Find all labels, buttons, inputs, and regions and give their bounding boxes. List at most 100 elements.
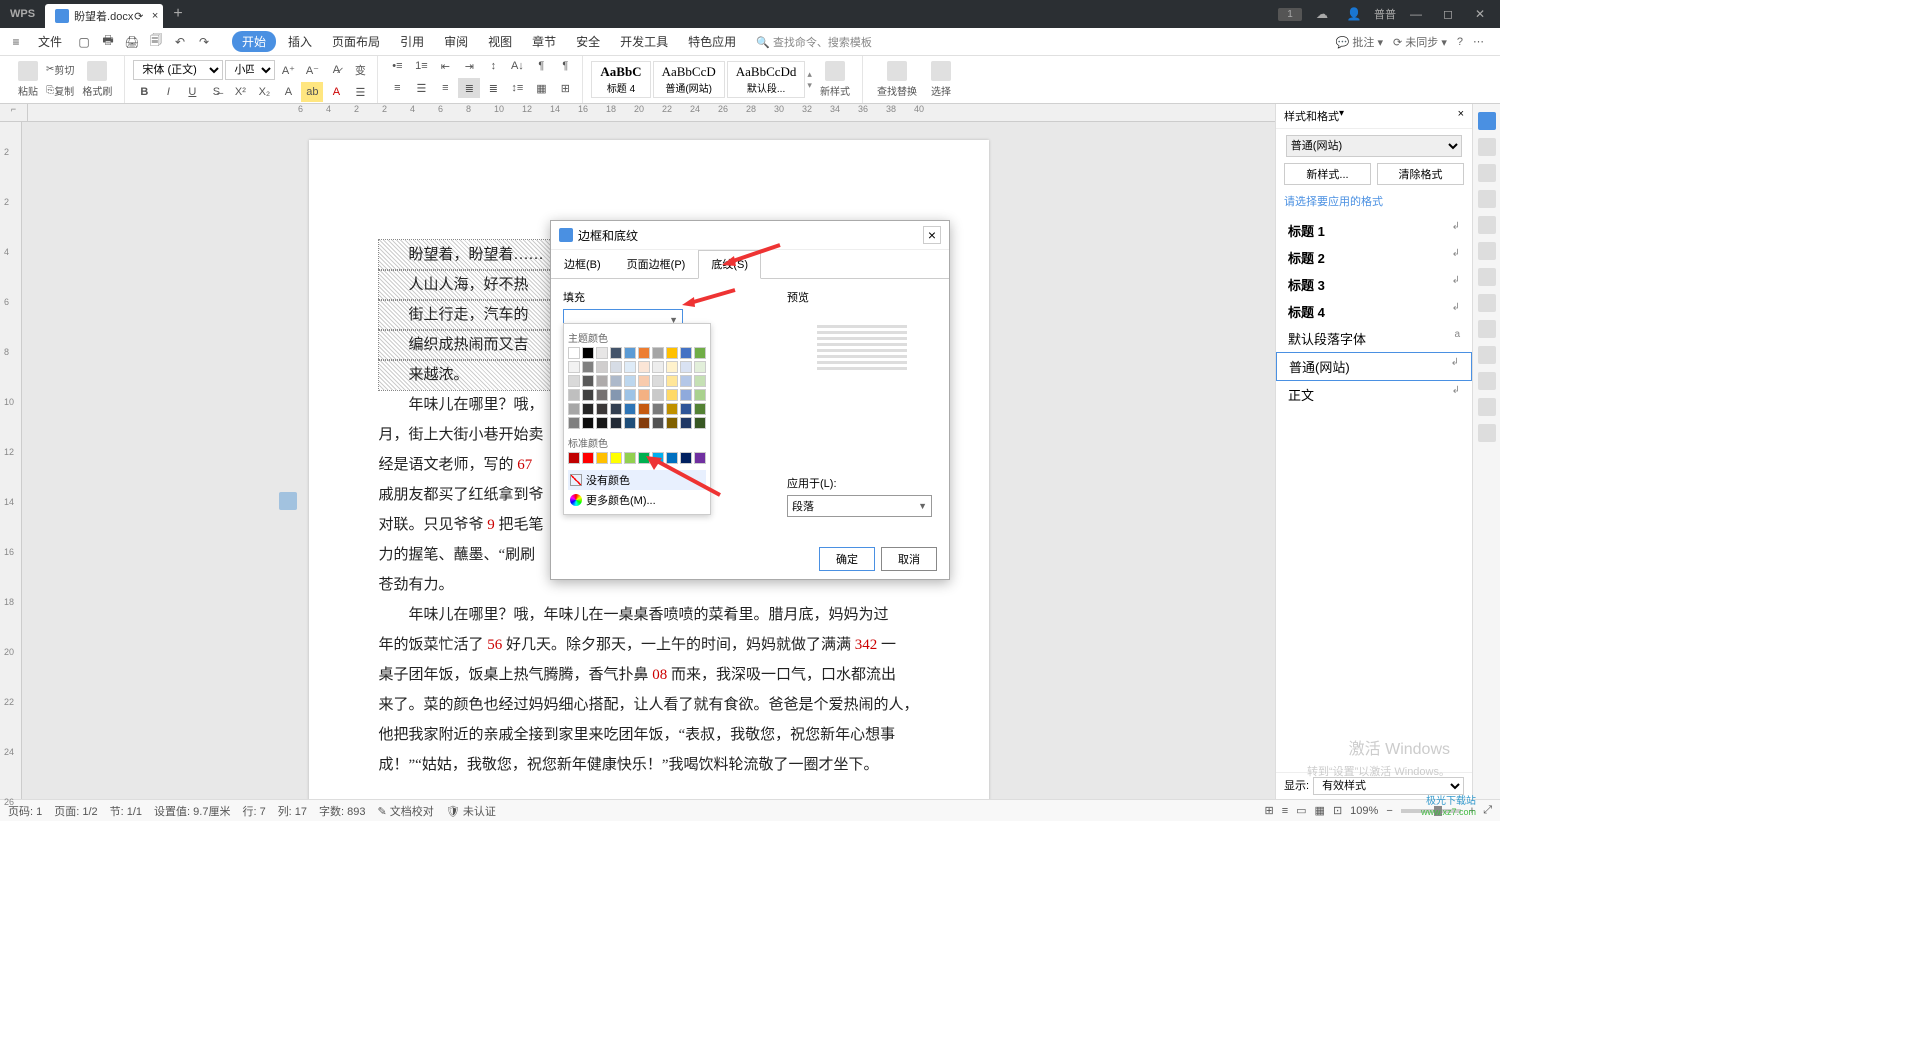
view-5[interactable]: ⊡ xyxy=(1333,804,1342,817)
no-color-option[interactable]: 没有颜色 xyxy=(568,470,706,490)
color-swatch[interactable] xyxy=(666,403,678,415)
view-2[interactable]: ≡ xyxy=(1282,805,1288,817)
style-h2[interactable]: 标题 2↲ xyxy=(1276,244,1472,271)
bold-button[interactable]: B xyxy=(133,82,155,102)
style-up[interactable]: ▴ xyxy=(807,69,812,80)
search-command[interactable]: 🔍 查找命令、搜索模板 xyxy=(748,34,880,50)
color-swatch[interactable] xyxy=(680,347,692,359)
size-combo[interactable]: 小四 xyxy=(225,60,275,80)
grow-font[interactable]: A⁺ xyxy=(277,60,299,80)
tool-1[interactable] xyxy=(1478,112,1496,130)
shrink-font[interactable]: A⁻ xyxy=(301,60,323,80)
color-swatch[interactable] xyxy=(568,417,580,429)
status-words[interactable]: 字数: 893 xyxy=(319,803,365,819)
tab-refresh-icon[interactable]: ⟳ xyxy=(134,10,143,23)
color-swatch[interactable] xyxy=(652,417,664,429)
color-swatch[interactable] xyxy=(694,375,706,387)
color-swatch[interactable] xyxy=(596,389,608,401)
preview-icon[interactable]: 🗐 xyxy=(146,32,166,52)
color-swatch[interactable] xyxy=(638,452,650,464)
color-swatch[interactable] xyxy=(638,347,650,359)
print-icon[interactable]: 🖨 xyxy=(122,32,142,52)
color-swatch[interactable] xyxy=(680,403,692,415)
borders[interactable]: ⊞ xyxy=(554,78,576,98)
color-swatch[interactable] xyxy=(610,389,622,401)
color-swatch[interactable] xyxy=(596,375,608,387)
color-swatch[interactable] xyxy=(624,452,636,464)
bullets[interactable]: •≡ xyxy=(386,56,408,76)
color-swatch[interactable] xyxy=(638,389,650,401)
tool-11[interactable] xyxy=(1478,372,1496,390)
color-swatch[interactable] xyxy=(568,389,580,401)
color-swatch[interactable] xyxy=(680,375,692,387)
style-body[interactable]: 正文↲ xyxy=(1276,381,1472,408)
ruler-horizontal[interactable]: 642246810121416182022242628303234363840 xyxy=(28,104,1275,122)
cancel-button[interactable]: 取消 xyxy=(881,547,937,571)
new-tab-button[interactable]: + xyxy=(163,5,192,23)
color-swatch[interactable] xyxy=(694,389,706,401)
tool-10[interactable] xyxy=(1478,346,1496,364)
sort[interactable]: A↓ xyxy=(506,56,528,76)
color-swatch[interactable] xyxy=(666,361,678,373)
badge-1[interactable]: 1 xyxy=(1278,8,1302,21)
color-swatch[interactable] xyxy=(582,389,594,401)
sub-button[interactable]: X₂ xyxy=(253,82,275,102)
color-swatch[interactable] xyxy=(666,417,678,429)
linespace[interactable]: ↕ xyxy=(482,56,504,76)
tool-5[interactable] xyxy=(1478,216,1496,234)
font-color[interactable]: A xyxy=(325,82,347,102)
find-replace-button[interactable]: 查找替换 xyxy=(871,59,923,100)
pilcrow[interactable]: ¶ xyxy=(554,56,576,76)
font-combo[interactable]: 宋体 (正文) xyxy=(133,60,223,80)
style-heading4[interactable]: AaBbC标题 4 xyxy=(591,61,650,98)
view-4[interactable]: ▦ xyxy=(1315,804,1325,817)
color-swatch[interactable] xyxy=(596,361,608,373)
indent[interactable]: ⇥ xyxy=(458,56,480,76)
zoom-out[interactable]: − xyxy=(1386,805,1392,817)
style-h3[interactable]: 标题 3↲ xyxy=(1276,271,1472,298)
align-left[interactable]: ≡ xyxy=(386,78,408,98)
redo-icon[interactable]: ↷ xyxy=(194,32,214,52)
save-icon[interactable]: 🖶 xyxy=(98,32,118,52)
color-swatch[interactable] xyxy=(638,375,650,387)
zoom-level[interactable]: 109% xyxy=(1350,805,1378,817)
style-normal-web[interactable]: AaBbCcD普通(网站) xyxy=(653,61,725,98)
strike-button[interactable]: S̶ xyxy=(205,82,227,102)
file-menu[interactable]: 文件 xyxy=(30,33,70,50)
copy-button[interactable]: ⎘ 复制 xyxy=(46,80,74,100)
status-cert[interactable]: 🛡 未认证 xyxy=(446,803,496,819)
clear-format-btn[interactable]: 清除格式 xyxy=(1377,163,1464,185)
tab-special[interactable]: 特色应用 xyxy=(680,33,744,50)
undo-icon[interactable]: ↶ xyxy=(170,32,190,52)
annot-button[interactable]: 💬 批注 ▾ xyxy=(1336,34,1383,50)
color-swatch[interactable] xyxy=(652,403,664,415)
color-swatch[interactable] xyxy=(568,403,580,415)
tool-13[interactable] xyxy=(1478,424,1496,442)
color-swatch[interactable] xyxy=(680,452,692,464)
status-row[interactable]: 行: 7 xyxy=(242,803,265,819)
open-icon[interactable]: ▢ xyxy=(74,32,94,52)
tab-close-icon[interactable]: × xyxy=(152,10,158,22)
fit-icon[interactable]: ⤢ xyxy=(1483,804,1492,817)
color-swatch[interactable] xyxy=(624,361,636,373)
color-swatch[interactable] xyxy=(624,417,636,429)
color-swatch[interactable] xyxy=(652,452,664,464)
color-swatch[interactable] xyxy=(666,389,678,401)
color-swatch[interactable] xyxy=(694,403,706,415)
color-swatch[interactable] xyxy=(596,452,608,464)
spacing[interactable]: ↕≡ xyxy=(506,78,528,98)
color-swatch[interactable] xyxy=(624,375,636,387)
color-swatch[interactable] xyxy=(624,403,636,415)
color-swatch[interactable] xyxy=(568,375,580,387)
char-shade[interactable]: ☰ xyxy=(349,82,371,102)
color-swatch[interactable] xyxy=(624,347,636,359)
phonetic[interactable]: 变 xyxy=(349,60,371,80)
italic-button[interactable]: I xyxy=(157,82,179,102)
color-swatch[interactable] xyxy=(680,361,692,373)
tool-3[interactable] xyxy=(1478,164,1496,182)
color-swatch[interactable] xyxy=(638,361,650,373)
tab-review[interactable]: 审阅 xyxy=(436,33,476,50)
color-swatch[interactable] xyxy=(666,452,678,464)
color-swatch[interactable] xyxy=(638,403,650,415)
help-button[interactable]: ? xyxy=(1457,36,1463,48)
